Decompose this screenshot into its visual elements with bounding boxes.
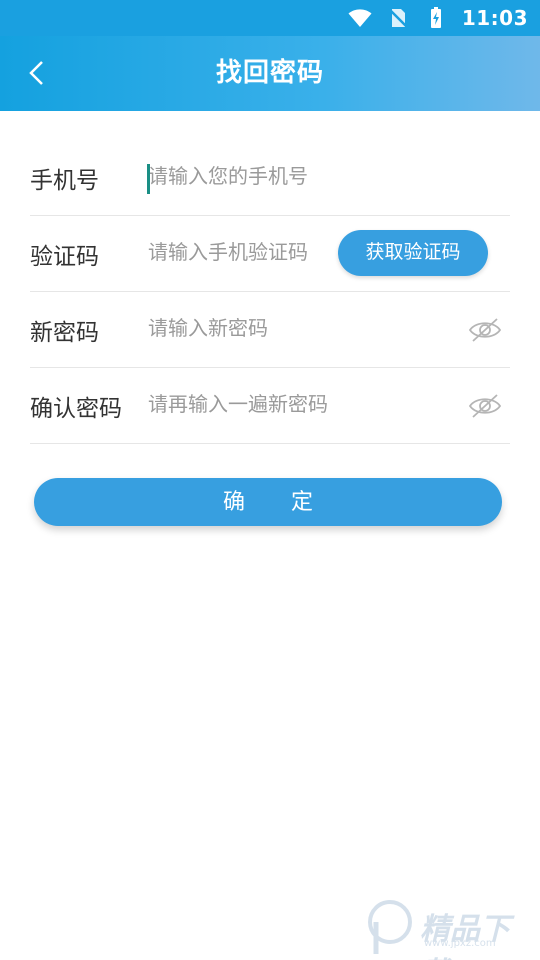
status-bar: 11:03 — [0, 0, 540, 36]
new-password-label: 新密码 — [30, 319, 99, 346]
phone-row: 手机号 — [30, 140, 510, 216]
watermark-logo-icon — [368, 900, 412, 954]
confirm-button[interactable]: 确 定 — [34, 478, 502, 526]
clock: 11:03 — [461, 6, 528, 30]
code-label: 验证码 — [30, 243, 99, 270]
page-title: 找回密码 — [215, 58, 324, 88]
watermark-url: www.jpxz.com — [424, 938, 496, 949]
get-code-button[interactable]: 获取验证码 — [338, 230, 488, 276]
text-cursor — [147, 164, 150, 194]
wifi-icon — [348, 9, 372, 27]
eye-hidden-icon[interactable] — [468, 316, 502, 344]
watermark-text: 精品下载 — [420, 912, 510, 960]
phone-label: 手机号 — [30, 167, 99, 194]
code-row: 验证码 获取验证码 — [30, 216, 510, 292]
phone-input[interactable] — [148, 157, 510, 198]
confirm-password-input[interactable] — [148, 385, 510, 426]
no-sim-icon — [387, 8, 408, 28]
battery-charging-icon — [430, 7, 441, 28]
confirm-password-row: 确认密码 — [30, 368, 510, 444]
eye-hidden-icon[interactable] — [468, 392, 502, 420]
reset-password-form: 手机号 验证码 获取验证码 新密码 确认密码 — [30, 140, 510, 444]
status-icons: 11:03 — [348, 6, 528, 30]
confirm-password-label: 确认密码 — [30, 395, 122, 422]
app-bar: 找回密码 — [0, 36, 540, 111]
new-password-row: 新密码 — [30, 292, 510, 368]
watermark: 精品下载 www.jpxz.com — [364, 898, 534, 960]
new-password-input[interactable] — [148, 309, 510, 350]
